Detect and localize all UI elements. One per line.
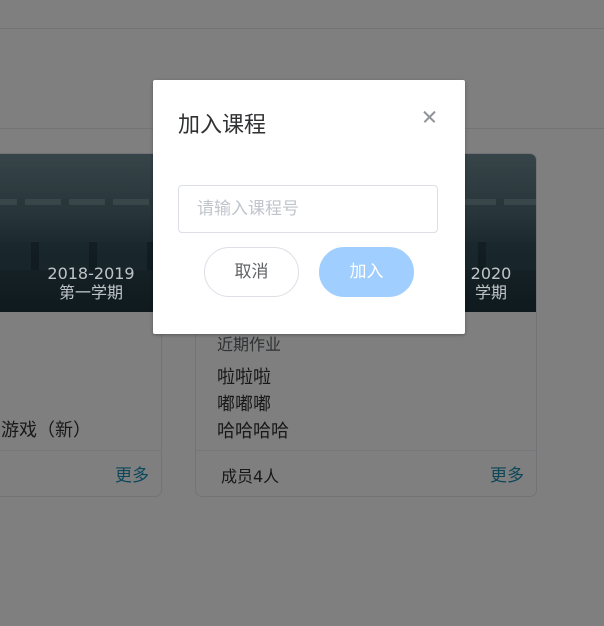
course-code-input[interactable] <box>178 185 438 233</box>
join-course-dialog: 加入课程 取消 加入 <box>153 80 465 334</box>
cancel-button[interactable]: 取消 <box>204 247 299 297</box>
close-icon[interactable] <box>420 107 440 127</box>
course-term: 第一学期 <box>58 283 123 302</box>
course-banner-text: 2018-2019 第一学期 <box>21 264 161 302</box>
course-year: 2020 <box>470 264 512 283</box>
join-button[interactable]: 加入 <box>319 247 414 297</box>
course-term: 学期 <box>474 283 507 302</box>
course-banner-text: 2020 学期 <box>436 264 536 302</box>
dialog-title: 加入课程 <box>178 113 267 138</box>
course-year: 2018-2019 <box>47 264 135 283</box>
